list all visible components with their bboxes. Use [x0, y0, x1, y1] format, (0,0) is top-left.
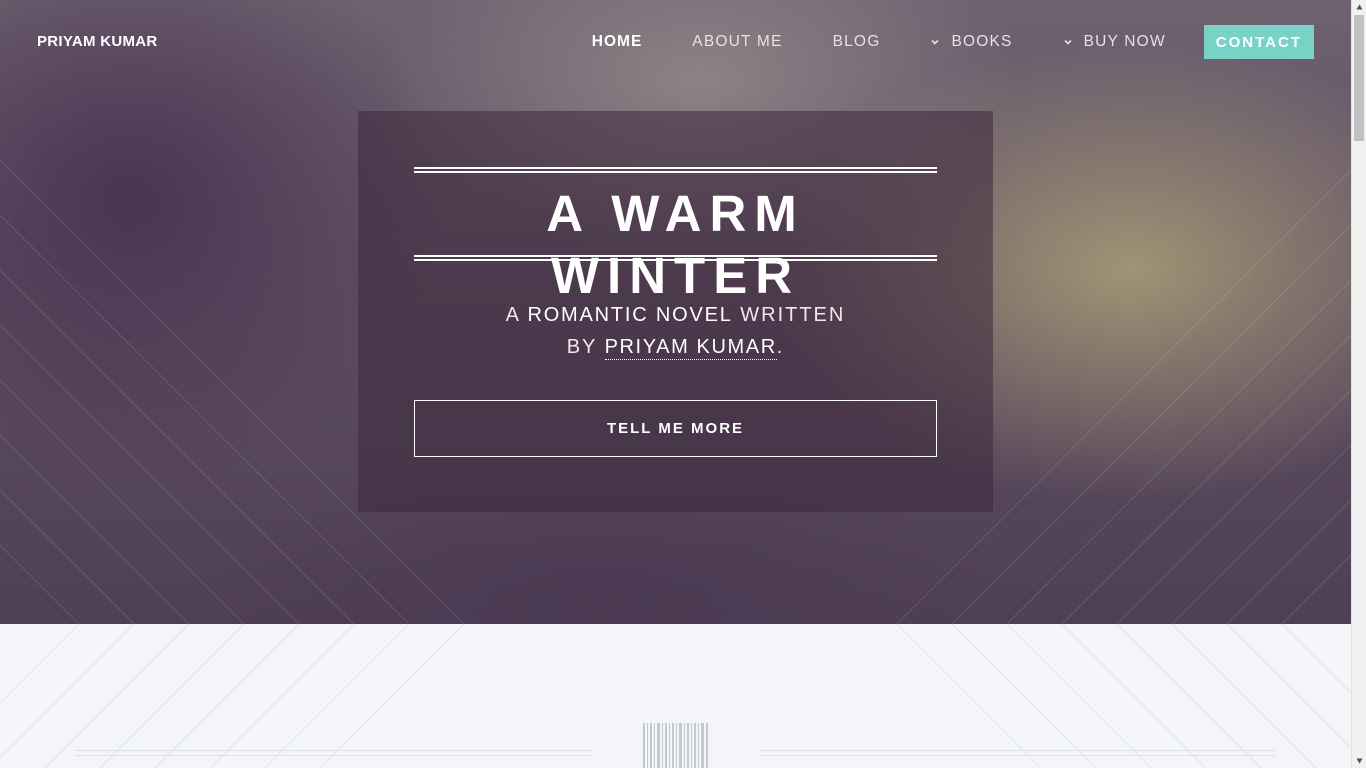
nav-item-blog[interactable]: BLOG [833, 33, 881, 51]
subtitle-genre: ROMANTIC NOVEL [527, 304, 733, 326]
nav-item-label: BLOG [832, 33, 881, 50]
content-section [0, 624, 1351, 768]
nav-item-label: BUY NOW [1083, 33, 1166, 50]
vertical-scrollbar[interactable] [1351, 0, 1366, 768]
book-barcode-icon [643, 723, 708, 768]
subtitle-end: . [776, 336, 785, 358]
chevron-down-icon [1064, 39, 1072, 45]
scroll-down-arrow-icon[interactable] [1356, 758, 1363, 764]
main-menu: HOME ABOUT ME BLOG BOOKS BUY NOW CONTACT [542, 25, 1314, 59]
contact-button[interactable]: CONTACT [1203, 25, 1314, 59]
nav-item-buy-now[interactable]: BUY NOW [1063, 33, 1166, 51]
book-subtitle: A ROMANTIC NOVEL WRITTEN BY PRIYAM KUMAR… [414, 299, 937, 363]
subtitle-by: BY [566, 336, 605, 358]
title-double-rule-bottom [414, 255, 937, 261]
title-double-rule-top [414, 167, 937, 173]
section-rule-left [75, 750, 592, 756]
nav-item-home[interactable]: HOME [592, 33, 643, 51]
chevron-down-icon [931, 39, 940, 45]
nav-item-about-me[interactable]: ABOUT ME [692, 33, 782, 51]
scroll-up-arrow-icon[interactable] [1356, 4, 1363, 10]
nav-item-books[interactable]: BOOKS [930, 33, 1012, 51]
tell-me-more-button[interactable]: TELL ME MORE [414, 400, 937, 457]
subtitle-prefix: A [505, 304, 528, 326]
section-rule-right [759, 750, 1276, 756]
hero-card: A WARM WINTER A ROMANTIC NOVEL WRITTEN B… [358, 111, 993, 512]
subtitle-middle: WRITTEN [732, 304, 846, 326]
book-title: A WARM WINTER [546, 185, 805, 304]
author-link[interactable]: PRIYAM KUMAR [604, 336, 777, 360]
nav-item-label: BOOKS [951, 33, 1013, 50]
scrollbar-thumb[interactable] [1354, 15, 1364, 141]
brand-logo-text[interactable]: PRIYAM KUMAR [37, 33, 158, 50]
nav-item-label: ABOUT ME [692, 33, 783, 50]
nav-item-label: HOME [591, 33, 643, 50]
top-navigation: PRIYAM KUMAR HOME ABOUT ME BLOG BOOKS BU… [0, 0, 1351, 84]
